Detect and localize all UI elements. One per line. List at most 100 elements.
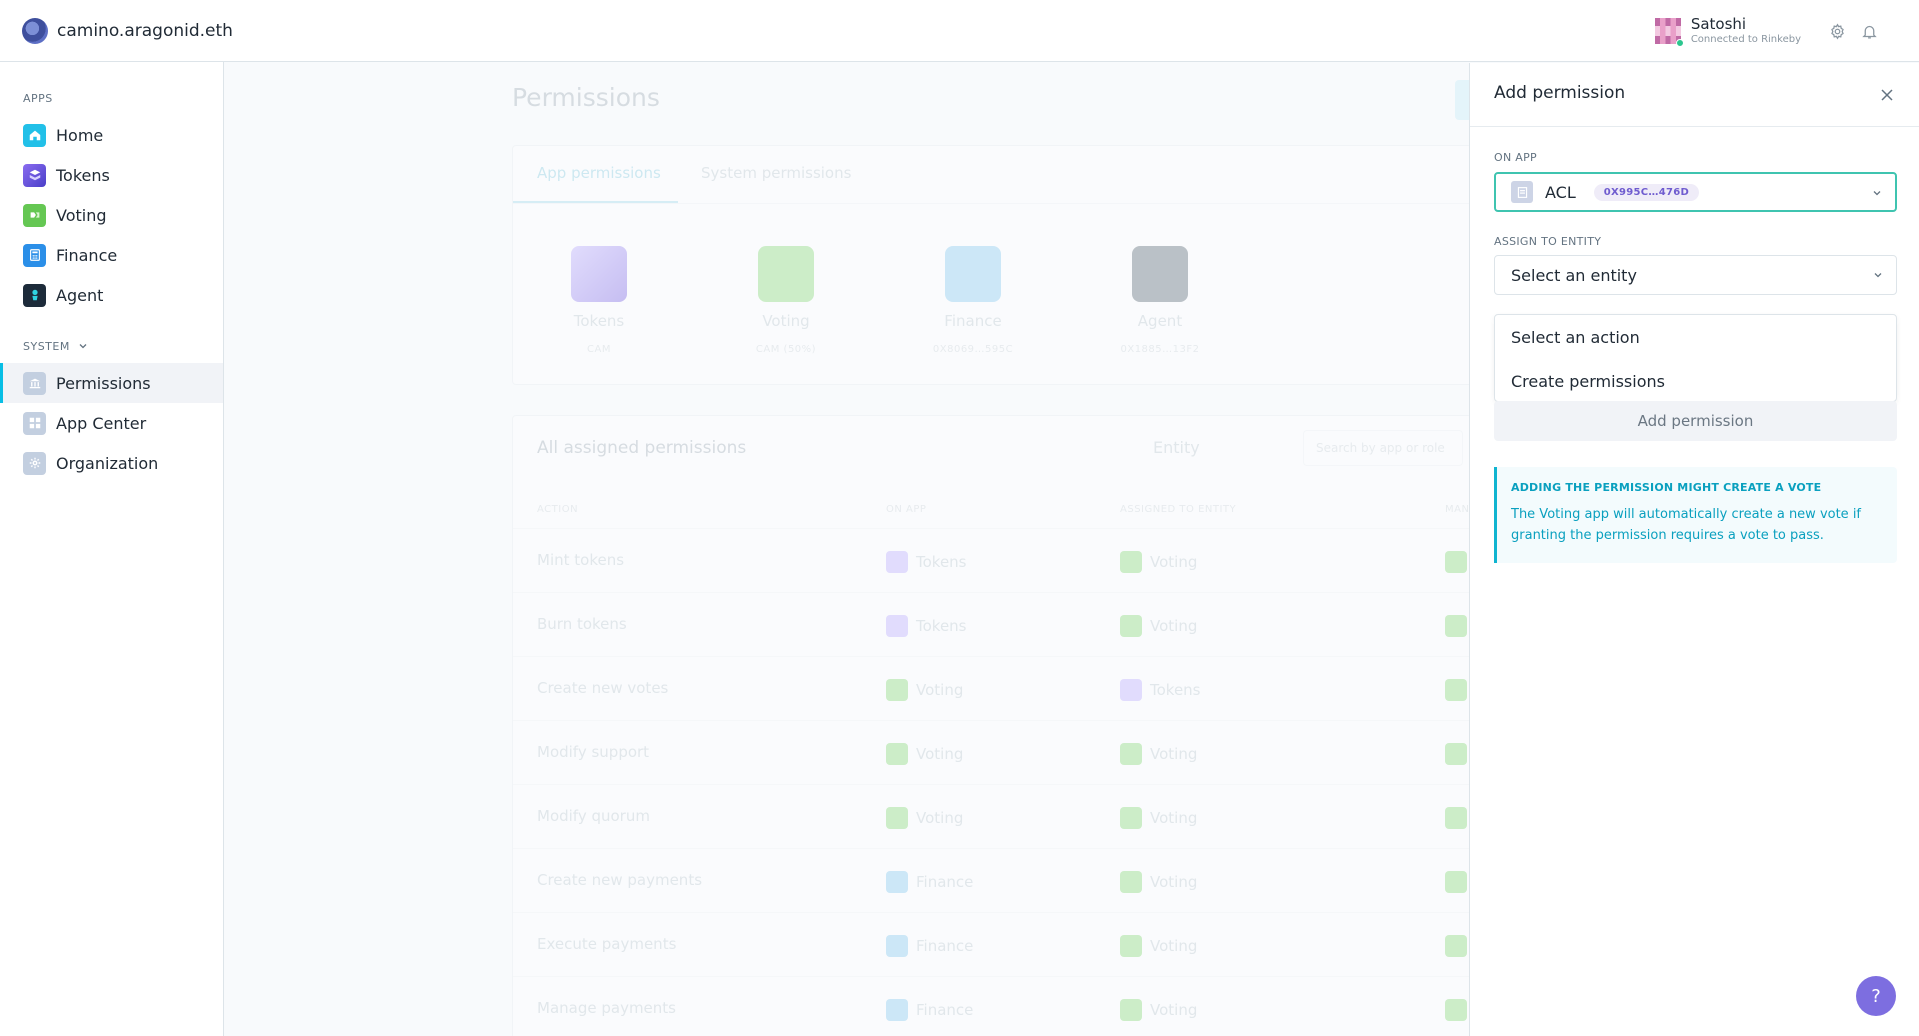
- entity-icon: [1120, 679, 1142, 701]
- on-app-value: ACL: [1545, 182, 1576, 202]
- assign-entity-select[interactable]: Select an entity: [1494, 255, 1897, 295]
- row-app-label: Finance: [916, 937, 974, 955]
- finance-icon: [23, 243, 46, 267]
- column-header: ACTION: [537, 504, 579, 515]
- app-icon: [886, 999, 908, 1021]
- app-icon: [886, 615, 908, 637]
- entity-icon: [1120, 999, 1142, 1021]
- row-app: Voting: [886, 679, 963, 701]
- table-row[interactable]: Manage payments Finance Voting: [513, 976, 1469, 1036]
- table-row[interactable]: Create new payments Finance Voting: [513, 848, 1469, 912]
- table-row[interactable]: Mint tokens Tokens Voting: [513, 528, 1469, 592]
- row-app: Tokens: [886, 615, 967, 637]
- row-action: Modify support: [537, 743, 650, 761]
- sidebar-item-organization[interactable]: Organization: [0, 443, 223, 483]
- entity-placeholder: Select an entity: [1511, 265, 1637, 285]
- user-name: Satoshi: [1690, 15, 1747, 33]
- row-entity-label: Tokens: [1150, 681, 1201, 699]
- row-entity-label: Voting: [1150, 617, 1198, 635]
- entity-filter[interactable]: Entity: [1153, 438, 1200, 457]
- tab-divider: [513, 203, 1469, 204]
- app-card-name: Agent: [1137, 312, 1183, 330]
- org-name: camino.aragonid.eth: [57, 20, 233, 41]
- sidebar-item-agent[interactable]: Agent: [0, 275, 223, 315]
- table-row[interactable]: Create new votes Voting Tokens: [513, 656, 1469, 720]
- apps-list: Home Tokens Voting Finance Agent: [0, 115, 223, 315]
- app-card-tokens[interactable]: Tokens CAM: [519, 246, 679, 355]
- row-app-label: Finance: [916, 1001, 974, 1019]
- home-icon: [23, 123, 46, 147]
- notifications-icon[interactable]: [1853, 15, 1885, 47]
- tab-system-permissions[interactable]: System permissions: [701, 164, 851, 182]
- app-card-finance[interactable]: Finance 0X8069…595C: [893, 246, 1053, 355]
- sidebar-item-label: Permissions: [56, 373, 151, 393]
- sidebar-item-app-center[interactable]: App Center: [0, 403, 223, 443]
- org-switcher[interactable]: camino.aragonid.eth: [22, 17, 233, 44]
- table-row[interactable]: Modify quorum Voting Voting: [513, 784, 1469, 848]
- on-app-select[interactable]: ACL 0X995C…476D: [1494, 172, 1897, 212]
- row-manager: [1445, 679, 1469, 701]
- entity-icon: [1120, 551, 1142, 573]
- app-address-badge: 0X995C…476D: [1593, 183, 1700, 201]
- row-entity-label: Voting: [1150, 745, 1198, 763]
- manager-icon: [1445, 743, 1467, 765]
- tab-app-permissions[interactable]: App permissions: [537, 164, 661, 182]
- top-bar: camino.aragonid.eth Satoshi Connected to…: [0, 0, 1919, 62]
- sidebar-item-tokens[interactable]: Tokens: [0, 155, 223, 195]
- sidebar-item-label: App Center: [56, 413, 147, 433]
- acl-app-icon: [1511, 181, 1533, 203]
- row-entity-label: Voting: [1150, 809, 1198, 827]
- row-entity-label: Voting: [1150, 873, 1198, 891]
- row-manager: [1445, 935, 1469, 957]
- column-header: ON APP: [886, 504, 927, 515]
- app-icon: [886, 935, 908, 957]
- new-permission-button[interactable]: [1455, 80, 1469, 120]
- row-entity: Voting: [1120, 615, 1197, 637]
- vote-info-box: ADDING THE PERMISSION MIGHT CREATE A VOT…: [1494, 467, 1897, 563]
- manager-icon: [1445, 679, 1467, 701]
- voting-icon: [758, 246, 814, 302]
- search-input[interactable]: Search by app or role: [1303, 430, 1463, 466]
- table-row[interactable]: Burn tokens Tokens Voting: [513, 592, 1469, 656]
- row-entity-label: Voting: [1150, 553, 1198, 571]
- sidebar-item-finance[interactable]: Finance: [0, 235, 223, 275]
- network-status: Connected to Rinkeby: [1690, 34, 1801, 45]
- app-icon: [886, 807, 908, 829]
- sidebar-item-voting[interactable]: Voting: [0, 195, 223, 235]
- sidebar-item-permissions[interactable]: Permissions: [0, 363, 223, 403]
- sidebar-item-label: Organization: [56, 453, 159, 473]
- row-entity-label: Voting: [1150, 1001, 1198, 1019]
- user-avatar[interactable]: [1654, 18, 1684, 47]
- row-manager: [1445, 871, 1469, 893]
- account-info[interactable]: Satoshi Connected to Rinkeby: [1691, 16, 1801, 46]
- entity-icon: [1120, 615, 1142, 637]
- table-row[interactable]: Execute payments Finance Voting: [513, 912, 1469, 976]
- app-card-sub: CAM: [587, 344, 611, 355]
- table-row[interactable]: Modify support Voting Voting: [513, 720, 1469, 784]
- help-button[interactable]: ?: [1856, 976, 1896, 1016]
- row-entity: Voting: [1120, 551, 1197, 573]
- manager-icon: [1445, 551, 1467, 573]
- connection-status-dot: [1675, 39, 1684, 47]
- action-option-create-permissions[interactable]: Create permissions: [1495, 359, 1896, 403]
- manager-icon: [1445, 807, 1467, 829]
- entity-icon: [1120, 935, 1142, 957]
- app-card-agent[interactable]: Agent 0X1885…13F2: [1080, 246, 1240, 355]
- row-action: Burn tokens: [537, 615, 627, 633]
- close-icon[interactable]: [1877, 85, 1897, 105]
- action-option-select[interactable]: Select an action: [1495, 315, 1896, 359]
- row-app-label: Voting: [916, 745, 964, 763]
- row-app-label: Tokens: [916, 617, 967, 635]
- row-entity: Voting: [1120, 743, 1197, 765]
- sidebar-item-home[interactable]: Home: [0, 115, 223, 155]
- app-card-voting[interactable]: Voting CAM (50%): [706, 246, 866, 355]
- add-permission-panel: Add permission ON APP ACL 0X995C…476D AS…: [1469, 63, 1919, 1036]
- row-manager: [1445, 615, 1469, 637]
- entity-icon: [1120, 807, 1142, 829]
- row-manager: [1445, 807, 1469, 829]
- action-dropdown: Select an action Create permissions: [1494, 314, 1897, 402]
- system-heading[interactable]: SYSTEM: [0, 335, 223, 357]
- add-permission-button[interactable]: Add permission: [1494, 401, 1897, 441]
- manager-icon: [1445, 935, 1467, 957]
- settings-icon[interactable]: [1821, 15, 1853, 47]
